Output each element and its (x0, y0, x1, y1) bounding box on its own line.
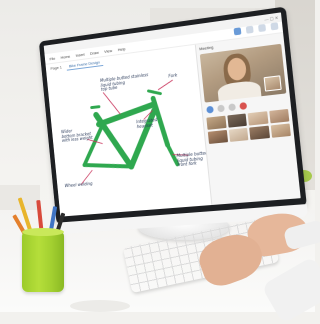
end-call-icon[interactable] (239, 102, 248, 110)
participant-thumbnail[interactable] (247, 111, 268, 126)
share-screen-icon[interactable] (228, 103, 237, 112)
chat-icon[interactable] (258, 23, 267, 33)
participant-thumbnail[interactable] (270, 123, 291, 138)
camera-icon[interactable] (206, 105, 214, 114)
menu-item-draw[interactable]: Draw (90, 49, 99, 55)
desk-shadow (70, 300, 130, 312)
more-icon[interactable] (270, 22, 279, 31)
video-call-panel: Meeting (194, 33, 301, 206)
participant-thumbnail[interactable] (228, 127, 249, 142)
monitor: — ▢ ✕ File Home Insert Draw View Help Pa… (38, 6, 309, 235)
tab-page-1[interactable]: Page 1 (50, 65, 62, 71)
participant-thumbnail[interactable] (207, 129, 228, 144)
participant-thumbnail[interactable] (268, 108, 290, 124)
people-icon[interactable] (245, 25, 254, 34)
chain-stay-stroke (84, 161, 131, 171)
pen-cup (22, 232, 64, 292)
handlebar-stroke (148, 90, 163, 96)
participant-thumbnail[interactable] (206, 115, 227, 130)
menu-item-home[interactable]: Home (60, 53, 70, 59)
menu-item-insert[interactable]: Insert (75, 51, 85, 57)
share-icon[interactable] (233, 27, 242, 36)
participant-thumbnail[interactable] (226, 113, 247, 128)
menu-item-view[interactable]: View (104, 48, 112, 54)
menu-item-file[interactable]: File (49, 55, 55, 61)
seat-post-stroke (92, 107, 99, 108)
frame-strokes (78, 90, 179, 172)
window-controls-icon[interactable]: — ▢ ✕ (264, 15, 278, 22)
menu-item-help[interactable]: Help (117, 46, 125, 52)
pen-cup-rim (22, 228, 64, 236)
main-video-feed[interactable] (199, 43, 287, 103)
microphone-icon[interactable] (217, 104, 225, 113)
self-view-thumbnail[interactable] (263, 75, 282, 92)
participant-thumbnail[interactable] (249, 125, 270, 140)
screen: — ▢ ✕ File Home Insert Draw View Help Pa… (43, 12, 301, 217)
sketch-canvas[interactable]: Multiple butted stainless liquid tubing … (46, 55, 220, 217)
